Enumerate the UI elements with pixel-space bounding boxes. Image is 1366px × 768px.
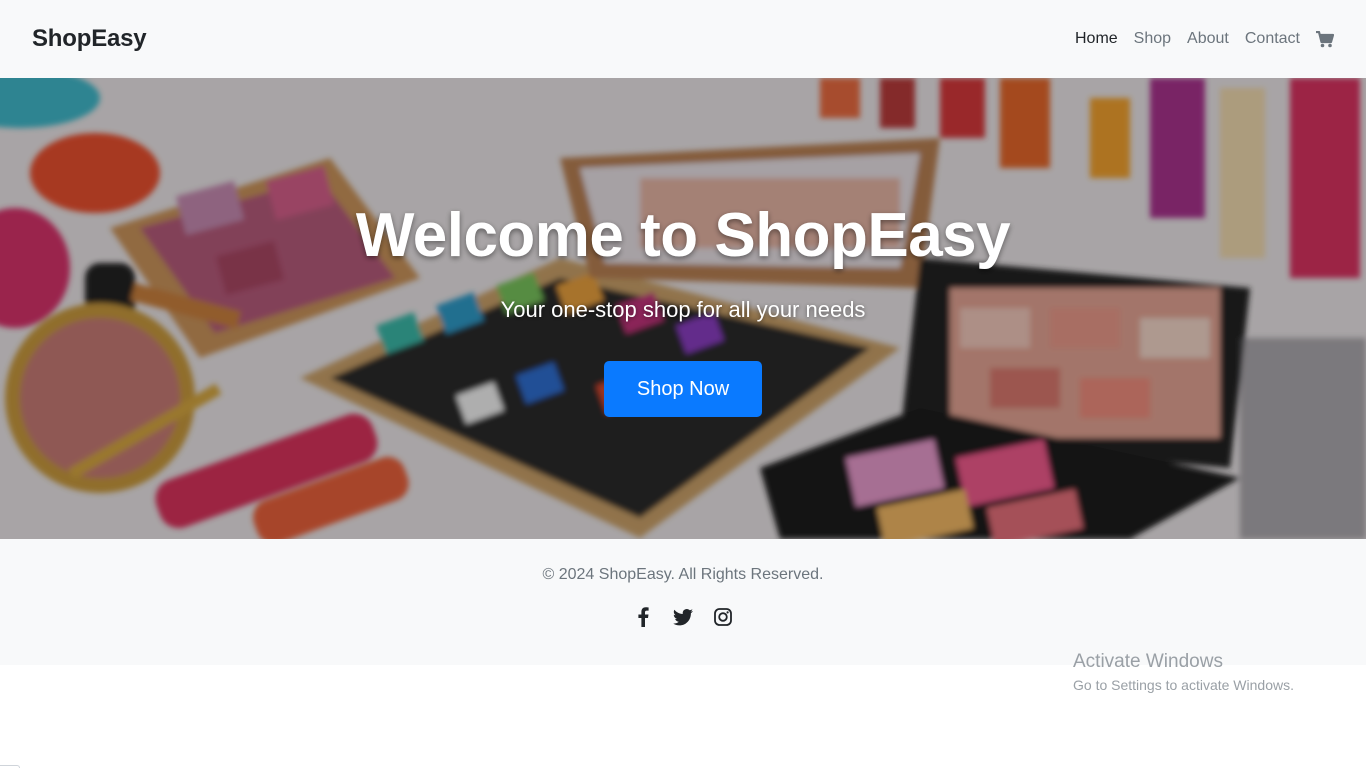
windows-activation-watermark: Activate Windows Go to Settings to activ… <box>1073 651 1294 693</box>
twitter-icon[interactable] <box>672 606 694 628</box>
facebook-icon[interactable] <box>632 606 654 628</box>
hero-title: Welcome to ShopEasy <box>355 201 1011 270</box>
nav-link-contact[interactable]: Contact <box>1245 30 1300 48</box>
shopping-cart-icon[interactable] <box>1316 30 1334 48</box>
nav-link-about[interactable]: About <box>1187 30 1229 48</box>
instagram-icon[interactable] <box>712 606 734 628</box>
copyright-text: © 2024 ShopEasy. All Rights Reserved. <box>542 566 824 583</box>
nav-link-shop[interactable]: Shop <box>1134 30 1171 48</box>
hero-subtitle: Your one-stop shop for all your needs <box>500 297 866 322</box>
shop-now-button[interactable]: Shop Now <box>604 361 762 417</box>
hero-section: Welcome to ShopEasy Your one-stop shop f… <box>0 78 1366 539</box>
watermark-subtitle: Go to Settings to activate Windows. <box>1073 677 1294 693</box>
social-links <box>0 606 1366 628</box>
brand-logo[interactable]: ShopEasy <box>32 25 147 53</box>
nav-links: Home Shop About Contact <box>1075 30 1334 48</box>
footer: © 2024 ShopEasy. All Rights Reserved. <box>0 539 1366 665</box>
hero-content: Welcome to ShopEasy Your one-stop shop f… <box>0 78 1366 539</box>
nav-link-home[interactable]: Home <box>1075 30 1118 48</box>
watermark-title: Activate Windows <box>1073 651 1223 672</box>
navbar: ShopEasy Home Shop About Contact <box>0 0 1366 78</box>
